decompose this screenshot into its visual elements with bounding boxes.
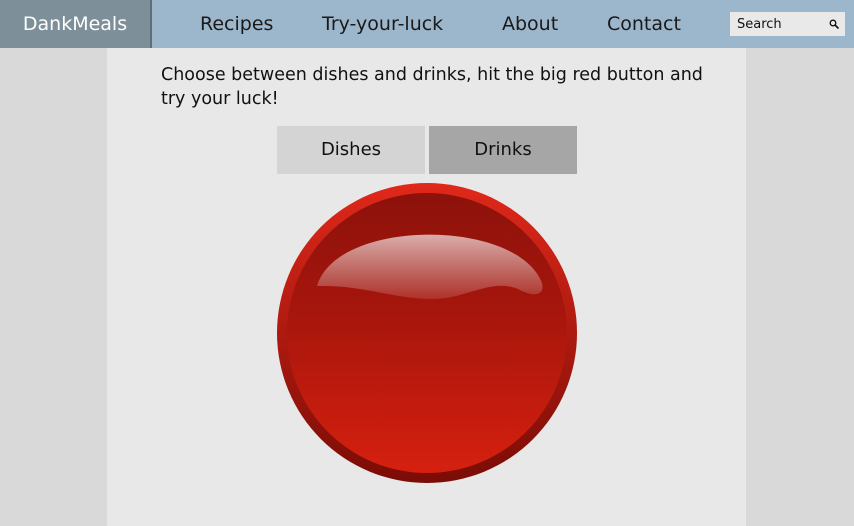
search-box bbox=[730, 12, 845, 36]
nav-link-try-your-luck[interactable]: Try-your-luck bbox=[322, 0, 443, 48]
intro-text: Choose between dishes and drinks, hit th… bbox=[161, 65, 703, 109]
big-red-button[interactable] bbox=[277, 183, 577, 483]
toggle-dishes[interactable]: Dishes bbox=[277, 126, 425, 174]
search-icon bbox=[829, 19, 839, 29]
nav-link-contact[interactable]: Contact bbox=[607, 0, 681, 48]
nav-link-about[interactable]: About bbox=[502, 0, 558, 48]
toggle-drinks[interactable]: Drinks bbox=[429, 126, 577, 174]
brand-logo[interactable]: DankMeals bbox=[0, 0, 152, 48]
nav-link-recipes[interactable]: Recipes bbox=[200, 0, 273, 48]
search-button[interactable] bbox=[822, 12, 845, 36]
big-red-button-icon bbox=[277, 183, 577, 483]
top-navbar: DankMeals Recipes Try-your-luck About Co… bbox=[0, 0, 854, 48]
main-content: Choose between dishes and drinks, hit th… bbox=[107, 48, 746, 526]
search-input[interactable] bbox=[730, 12, 822, 36]
